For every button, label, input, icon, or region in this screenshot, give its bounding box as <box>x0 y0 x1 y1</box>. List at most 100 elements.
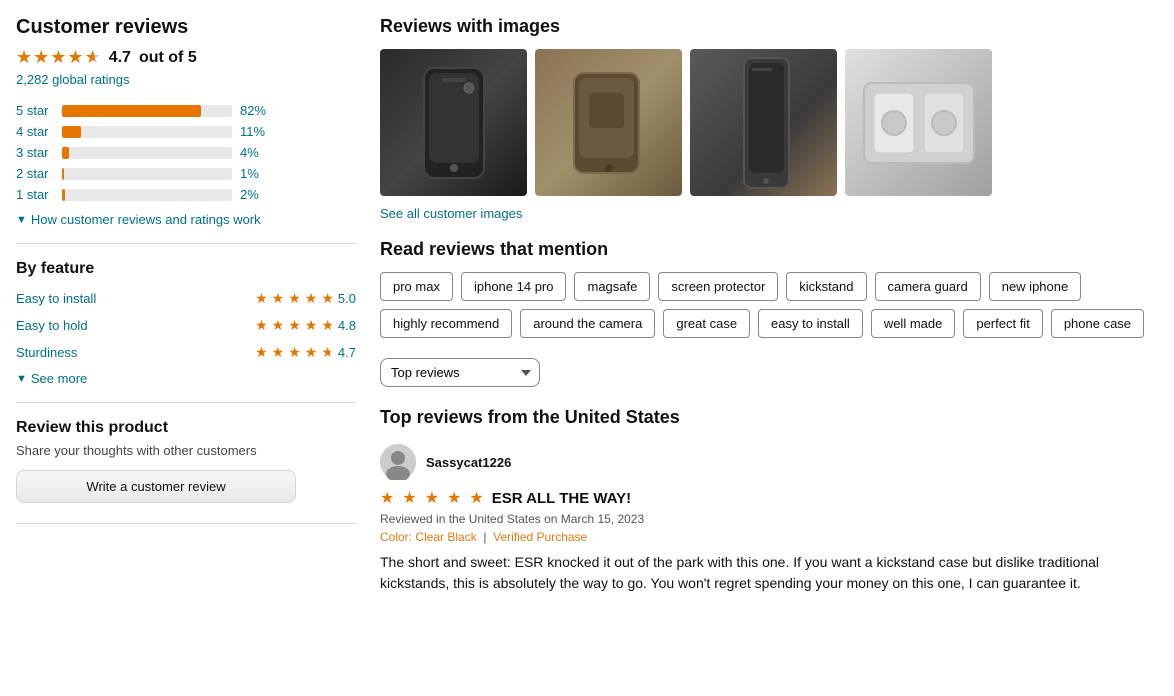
review-star-4: ★ <box>447 488 461 508</box>
share-thoughts-text: Share your thoughts with other customers <box>16 443 356 458</box>
review-image-3[interactable] <box>690 49 837 196</box>
see-more-label: See more <box>31 371 87 386</box>
star-3: ★ <box>50 47 66 68</box>
bar-label-5star[interactable]: 5 star <box>16 103 54 118</box>
star-half: ★ <box>85 47 101 68</box>
bar-fill-3star <box>62 147 69 159</box>
feature-name-easy-install[interactable]: Easy to install <box>16 291 96 306</box>
reviewer-avatar <box>380 444 416 480</box>
review-title: ESR ALL THE WAY! <box>492 490 631 507</box>
tag-great-case[interactable]: great case <box>663 309 750 338</box>
bar-pct-3star[interactable]: 4% <box>240 145 270 160</box>
top-reviews-title: Top reviews from the United States <box>380 407 1158 428</box>
feature-stars-easy-hold: ★ ★ ★ ★ ★ 4.8 <box>255 317 356 334</box>
star-1: ★ <box>16 47 32 68</box>
feature-name-sturdiness[interactable]: Sturdiness <box>16 345 77 360</box>
phone-case-image-2 <box>569 63 649 183</box>
bar-container-4star <box>62 126 232 138</box>
divider-3 <box>16 523 356 524</box>
review-stars-row: ★ ★ ★ ★ ★ ESR ALL THE WAY! <box>380 488 1158 508</box>
feature-stars-sturdiness: ★ ★ ★ ★ ★ 4.7 <box>255 344 356 361</box>
star-4: ★ <box>67 47 83 68</box>
bar-label-2star[interactable]: 2 star <box>16 166 54 181</box>
review-image-1[interactable] <box>380 49 527 196</box>
feature-stars-easy-install: ★ ★ ★ ★ ★ 5.0 <box>255 290 356 307</box>
tag-screen-protector[interactable]: screen protector <box>658 272 778 301</box>
bar-pct-4star[interactable]: 11% <box>240 124 270 139</box>
phone-case-image-3 <box>724 53 804 193</box>
tag-well-made[interactable]: well made <box>871 309 956 338</box>
sort-dropdown-container: Top reviews Most recent Top critical <box>380 358 1158 387</box>
overall-rating: ★ ★ ★ ★ ★ 4.7 out of 5 <box>16 47 356 68</box>
tag-phone-case[interactable]: phone case <box>1051 309 1144 338</box>
bar-row-4: 4 star 11% <box>16 124 356 139</box>
review-star-2: ★ <box>402 488 416 508</box>
bar-fill-2star <box>62 168 64 180</box>
rating-score: 4.7 <box>109 49 131 67</box>
star-2: ★ <box>33 47 49 68</box>
right-panel: Reviews with images <box>380 16 1158 680</box>
review-image-4[interactable] <box>845 49 992 196</box>
see-all-images-link[interactable]: See all customer images <box>380 206 1158 221</box>
verified-purchase-badge: Verified Purchase <box>493 530 587 544</box>
reviewer-name[interactable]: Sassycat1226 <box>426 455 511 470</box>
see-more-features-link[interactable]: ▼ See more <box>16 371 356 386</box>
bar-container-5star <box>62 105 232 117</box>
sort-dropdown[interactable]: Top reviews Most recent Top critical <box>380 358 540 387</box>
review-item-sassycat: Sassycat1226 ★ ★ ★ ★ ★ ESR ALL THE WAY! … <box>380 444 1158 594</box>
rating-bars: 5 star 82% 4 star 11% 3 star 4% <box>16 103 356 202</box>
tag-highly-recommend[interactable]: highly recommend <box>380 309 512 338</box>
global-ratings[interactable]: 2,282 global ratings <box>16 72 356 87</box>
bar-fill-4star <box>62 126 81 138</box>
avatar-icon <box>380 444 416 480</box>
chevron-down-icon-features: ▼ <box>16 373 27 385</box>
bar-fill-1star <box>62 189 65 201</box>
bar-label-4star[interactable]: 4 star <box>16 124 54 139</box>
review-body: The short and sweet: ESR knocked it out … <box>380 552 1158 594</box>
tags-container: pro max iphone 14 pro magsafe screen pro… <box>380 272 1158 338</box>
feature-rating-sturdiness[interactable]: 4.7 <box>338 345 356 360</box>
left-panel: Customer reviews ★ ★ ★ ★ ★ 4.7 out of 5 … <box>16 16 356 680</box>
tag-perfect-fit[interactable]: perfect fit <box>963 309 1042 338</box>
tag-easy-to-install[interactable]: easy to install <box>758 309 863 338</box>
tag-kickstand[interactable]: kickstand <box>786 272 866 301</box>
feature-rating-easy-hold[interactable]: 4.8 <box>338 318 356 333</box>
divider-1 <box>16 243 356 244</box>
feature-row-easy-hold: Easy to hold ★ ★ ★ ★ ★ 4.8 <box>16 317 356 334</box>
bar-row-2: 2 star 1% <box>16 166 356 181</box>
bar-label-3star[interactable]: 3 star <box>16 145 54 160</box>
phone-case-image-4 <box>859 78 979 168</box>
tag-new-iphone[interactable]: new iphone <box>989 272 1082 301</box>
review-star-3: ★ <box>425 488 439 508</box>
bar-label-1star[interactable]: 1 star <box>16 187 54 202</box>
bar-row-1: 1 star 2% <box>16 187 356 202</box>
bar-container-1star <box>62 189 232 201</box>
review-color-label: Color: Clear Black <box>380 530 477 544</box>
tag-magsafe[interactable]: magsafe <box>574 272 650 301</box>
review-image-2[interactable] <box>535 49 682 196</box>
bar-container-2star <box>62 168 232 180</box>
tag-around-the-camera[interactable]: around the camera <box>520 309 655 338</box>
write-review-button[interactable]: Write a customer review <box>16 470 296 503</box>
bar-row-5: 5 star 82% <box>16 103 356 118</box>
bar-pct-2star[interactable]: 1% <box>240 166 270 181</box>
customer-reviews-title: Customer reviews <box>16 16 356 39</box>
bar-pct-5star[interactable]: 82% <box>240 103 270 118</box>
chevron-down-icon: ▼ <box>16 214 27 226</box>
tag-camera-guard[interactable]: camera guard <box>875 272 981 301</box>
review-meta: Reviewed in the United States on March 1… <box>380 512 1158 526</box>
rating-out-of: out of 5 <box>139 49 197 67</box>
feature-rating-easy-install[interactable]: 5.0 <box>338 291 356 306</box>
review-color-info: Color: Clear Black | Verified Purchase <box>380 530 1158 544</box>
feature-name-easy-hold[interactable]: Easy to hold <box>16 318 88 333</box>
how-reviews-link[interactable]: ▼ How customer reviews and ratings work <box>16 212 356 227</box>
tag-pro-max[interactable]: pro max <box>380 272 453 301</box>
overall-stars: ★ ★ ★ ★ ★ <box>16 47 101 68</box>
divider-2 <box>16 402 356 403</box>
review-product-title: Review this product <box>16 419 356 437</box>
feature-row-easy-install: Easy to install ★ ★ ★ ★ ★ 5.0 <box>16 290 356 307</box>
bar-fill-5star <box>62 105 201 117</box>
bar-pct-1star[interactable]: 2% <box>240 187 270 202</box>
reviews-with-images-title: Reviews with images <box>380 16 1158 37</box>
tag-iphone-14-pro[interactable]: iphone 14 pro <box>461 272 567 301</box>
